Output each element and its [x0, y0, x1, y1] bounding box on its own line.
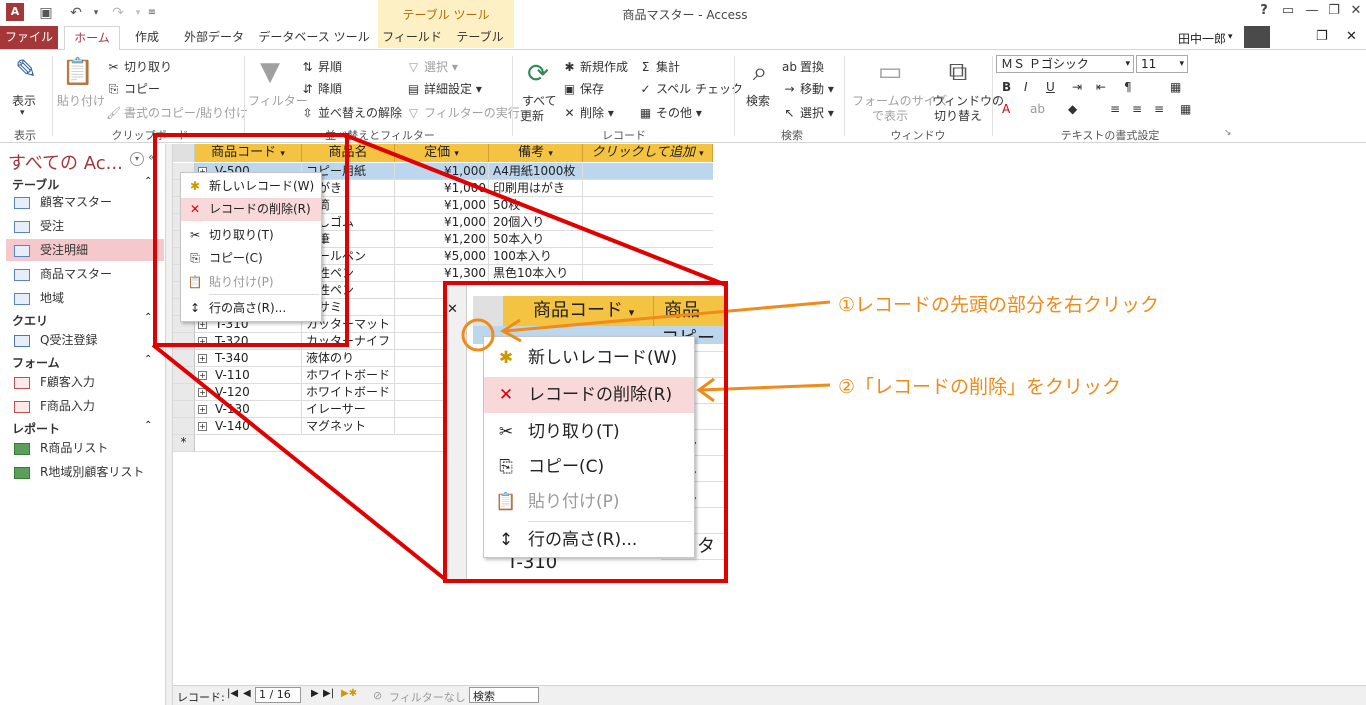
callout-box-small: [153, 133, 349, 347]
tab-home[interactable]: ホーム: [64, 26, 120, 50]
callout-line-bottom: [151, 343, 448, 582]
annotation-step-2: ②「レコードの削除」をクリック: [838, 376, 1122, 398]
callout-box-zoom: [443, 281, 728, 583]
callout-line-top: [344, 133, 727, 287]
annotation-step-1: ①レコードの先頭の部分を右クリック: [838, 294, 1160, 316]
